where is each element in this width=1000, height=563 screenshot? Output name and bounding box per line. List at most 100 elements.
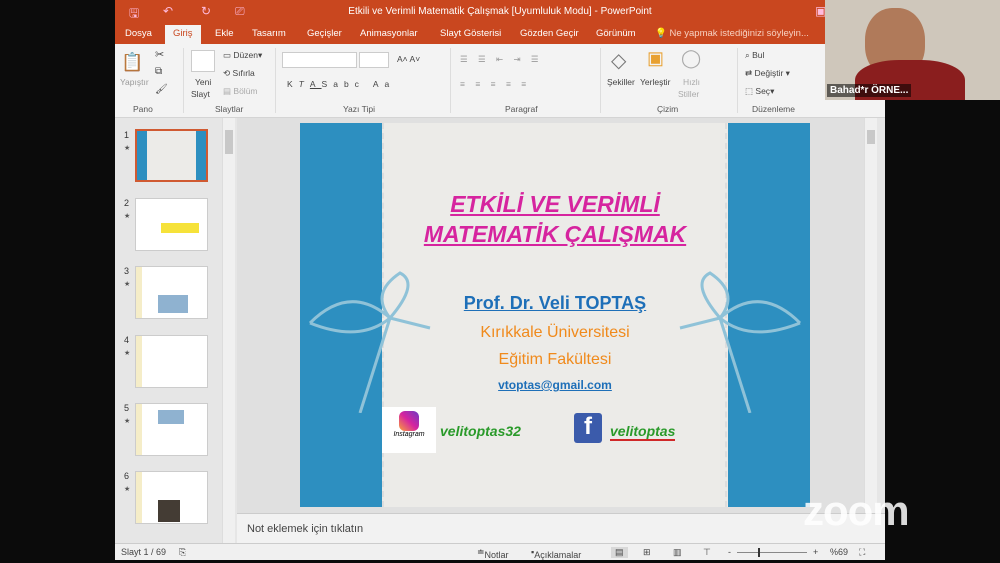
tab-slayt-gosterisi[interactable]: Slayt Gösterisi [440, 28, 501, 39]
group-drawing-label: Çizim [657, 104, 679, 114]
bold-button[interactable]: K [287, 79, 299, 89]
strike-button[interactable]: abc [333, 79, 365, 89]
group-pano-label: Pano [133, 104, 153, 114]
notes-pane[interactable]: Not eklemek için tıklatın [237, 513, 885, 543]
notes-placeholder: Not eklemek için tıklatın [247, 523, 364, 535]
shapes-icon[interactable]: ◇ [611, 48, 626, 73]
thumb-number: 1 [124, 130, 130, 140]
underline-button[interactable]: A [310, 79, 322, 89]
thumb-number: 5 [124, 403, 130, 413]
slide-title-line-1: ETKİLİ VE VERİMLİ [450, 191, 660, 217]
group-slaytlar-label: Slaytlar [215, 104, 244, 114]
slide-email: vtoptas@gmail.com [498, 378, 612, 392]
slide-university: Kırıkkale Üniversitesi [480, 324, 630, 341]
comments-button[interactable]: ▪ Açıklamalar [531, 547, 581, 560]
case-button[interactable]: Aa [373, 79, 395, 89]
fit-to-window-icon[interactable]: ⛶ [859, 547, 865, 558]
slide-thumbnail-1[interactable] [135, 129, 208, 182]
slide-thumbnail-5[interactable] [135, 403, 208, 456]
list-buttons[interactable]: ☰ ☰ ⇤ ⇥ ☰ [460, 54, 543, 65]
new-slide-button-2[interactable]: Slayt [191, 89, 210, 99]
tab-animasyonlar[interactable]: Animasyonlar [360, 28, 418, 39]
participant-name: Bahad*r ÖRNE... [827, 84, 912, 97]
quick-styles-button-2[interactable]: Stiller [678, 89, 699, 99]
new-slide-button[interactable]: Yeni [195, 77, 211, 87]
select-label: Seç [755, 86, 771, 96]
tell-me-text: Ne yapmak istediğinizi söyleyin... [669, 28, 809, 39]
quick-styles-icon[interactable]: ◯ [681, 48, 701, 69]
zoom-in-button[interactable]: + [813, 547, 818, 557]
instagram-logo-text: Instagram [393, 431, 425, 438]
font-size-field[interactable] [359, 52, 389, 68]
shapes-button[interactable]: Şekiller [607, 77, 635, 87]
reset-label: Sıfırla [232, 68, 255, 78]
section-button[interactable]: ▤ Bölüm [223, 86, 258, 97]
replace-button[interactable]: ⇄ Değiştir ▾ [745, 68, 790, 79]
font-grow-icon[interactable]: A˄ A˅ [397, 54, 420, 64]
notes-label: Notlar [484, 550, 509, 560]
thumb-number: 6 [124, 471, 130, 481]
tab-gecisler[interactable]: Geçişler [307, 28, 342, 39]
zoom-out-button[interactable]: - [728, 547, 731, 557]
select-button[interactable]: ⬚ Seç▾ [745, 86, 774, 97]
slide-author: Prof. Dr. Veli TOPTAŞ [463, 293, 647, 313]
align-buttons[interactable]: ≡ ≡ ≡ ≡ ≡ [460, 79, 530, 89]
slide-thumbnail-4[interactable] [135, 335, 208, 388]
zoom-slider[interactable] [737, 548, 807, 557]
reading-view-icon[interactable]: ▥ [673, 547, 682, 558]
powerpoint-window: 🖫 ↶ ↻ ⎚ Etkili ve Verimli Matematik Çalı… [115, 0, 885, 560]
new-slide-icon[interactable] [191, 50, 215, 72]
window-title: Etkili ve Verimli Matematik Çalışmak [Uy… [348, 6, 652, 17]
copy-icon[interactable]: ⧉ [155, 66, 162, 77]
arrange-button[interactable]: Yerleştir [640, 77, 670, 87]
find-button[interactable]: ⌕ Bul [745, 50, 764, 61]
slideshow-icon[interactable]: ⊤ [703, 547, 711, 558]
find-label: Bul [752, 50, 765, 60]
instagram-logo: Instagram [382, 407, 436, 453]
zoom-slider-thumb[interactable] [758, 548, 760, 557]
ribbon-tabs: Dosya Giriş Ekle Tasarım Geçişler Animas… [115, 24, 885, 44]
arrange-icon[interactable]: ▣ [647, 48, 664, 69]
instagram-handle: velitoptas32 [440, 423, 521, 439]
slide-canvas[interactable]: ETKİLİ VE VERİMLİ MATEMATİK ÇALIŞMAK Pro… [300, 123, 810, 507]
tell-me-box[interactable]: 💡 Ne yapmak istediğinizi söyleyin... [655, 28, 809, 39]
layout-button[interactable]: ▭ Düzen▾ [223, 50, 262, 61]
tab-dosya[interactable]: Dosya [125, 28, 152, 39]
notes-button[interactable]: ≐ Notlar [477, 547, 509, 560]
paste-icon[interactable]: 📋 [121, 52, 143, 73]
font-name-field[interactable] [282, 52, 357, 68]
tab-tasarim[interactable]: Tasarım [252, 28, 286, 39]
tab-giris[interactable]: Giriş [165, 25, 201, 44]
status-bar: Slayt 1 / 69 ⎘ ≐ Notlar ▪ Açıklamalar ▤ … [115, 543, 885, 560]
reset-button[interactable]: ⟲ Sıfırla [223, 68, 255, 79]
thumb-number: 4 [124, 335, 130, 345]
title-bar: 🖫 ↶ ↻ ⎚ Etkili ve Verimli Matematik Çalı… [115, 0, 885, 24]
quick-styles-button[interactable]: Hızlı [683, 77, 700, 87]
tab-gorunum[interactable]: Görünüm [596, 28, 636, 39]
shadow-button[interactable]: S [322, 79, 334, 89]
zoom-level[interactable]: %69 [830, 547, 848, 557]
thumbnail-scrollbar[interactable] [222, 118, 235, 543]
paste-button[interactable]: Yapıştır [120, 77, 149, 87]
slide-thumbnail-3[interactable] [135, 266, 208, 319]
zoom-watermark: zoom [803, 487, 910, 534]
layout-label: Düzen [233, 50, 258, 60]
slide-sorter-icon[interactable]: ⊞ [643, 547, 651, 558]
participant-video: Bahad*r ÖRNE... [825, 0, 1000, 100]
slide-thumbnail-2[interactable] [135, 198, 208, 251]
tab-gozden-gecir[interactable]: Gözden Geçir [520, 28, 579, 39]
format-painter-icon[interactable]: 🖌 [155, 84, 168, 95]
spell-check-icon[interactable]: ⎘ [179, 547, 186, 558]
normal-view-icon[interactable]: ▤ [611, 547, 628, 558]
tab-ekle[interactable]: Ekle [215, 28, 233, 39]
editor-scrollbar[interactable] [864, 118, 877, 513]
cut-icon[interactable]: ✂ [155, 48, 164, 61]
slide-thumbnail-6[interactable] [135, 471, 208, 524]
ribbon: 📋 Yapıştır ✂ ⧉ 🖌 Pano Yeni Slayt ▭ Düzen… [115, 44, 885, 118]
italic-button[interactable]: T [299, 79, 310, 89]
slide-faculty: Eğitim Fakültesi [498, 351, 612, 368]
slide-counter: Slayt 1 / 69 [121, 547, 167, 557]
font-format-buttons[interactable]: KTASabc Aa [287, 79, 395, 89]
section-label: Bölüm [233, 86, 258, 96]
group-editing-label: Düzenleme [752, 104, 795, 114]
